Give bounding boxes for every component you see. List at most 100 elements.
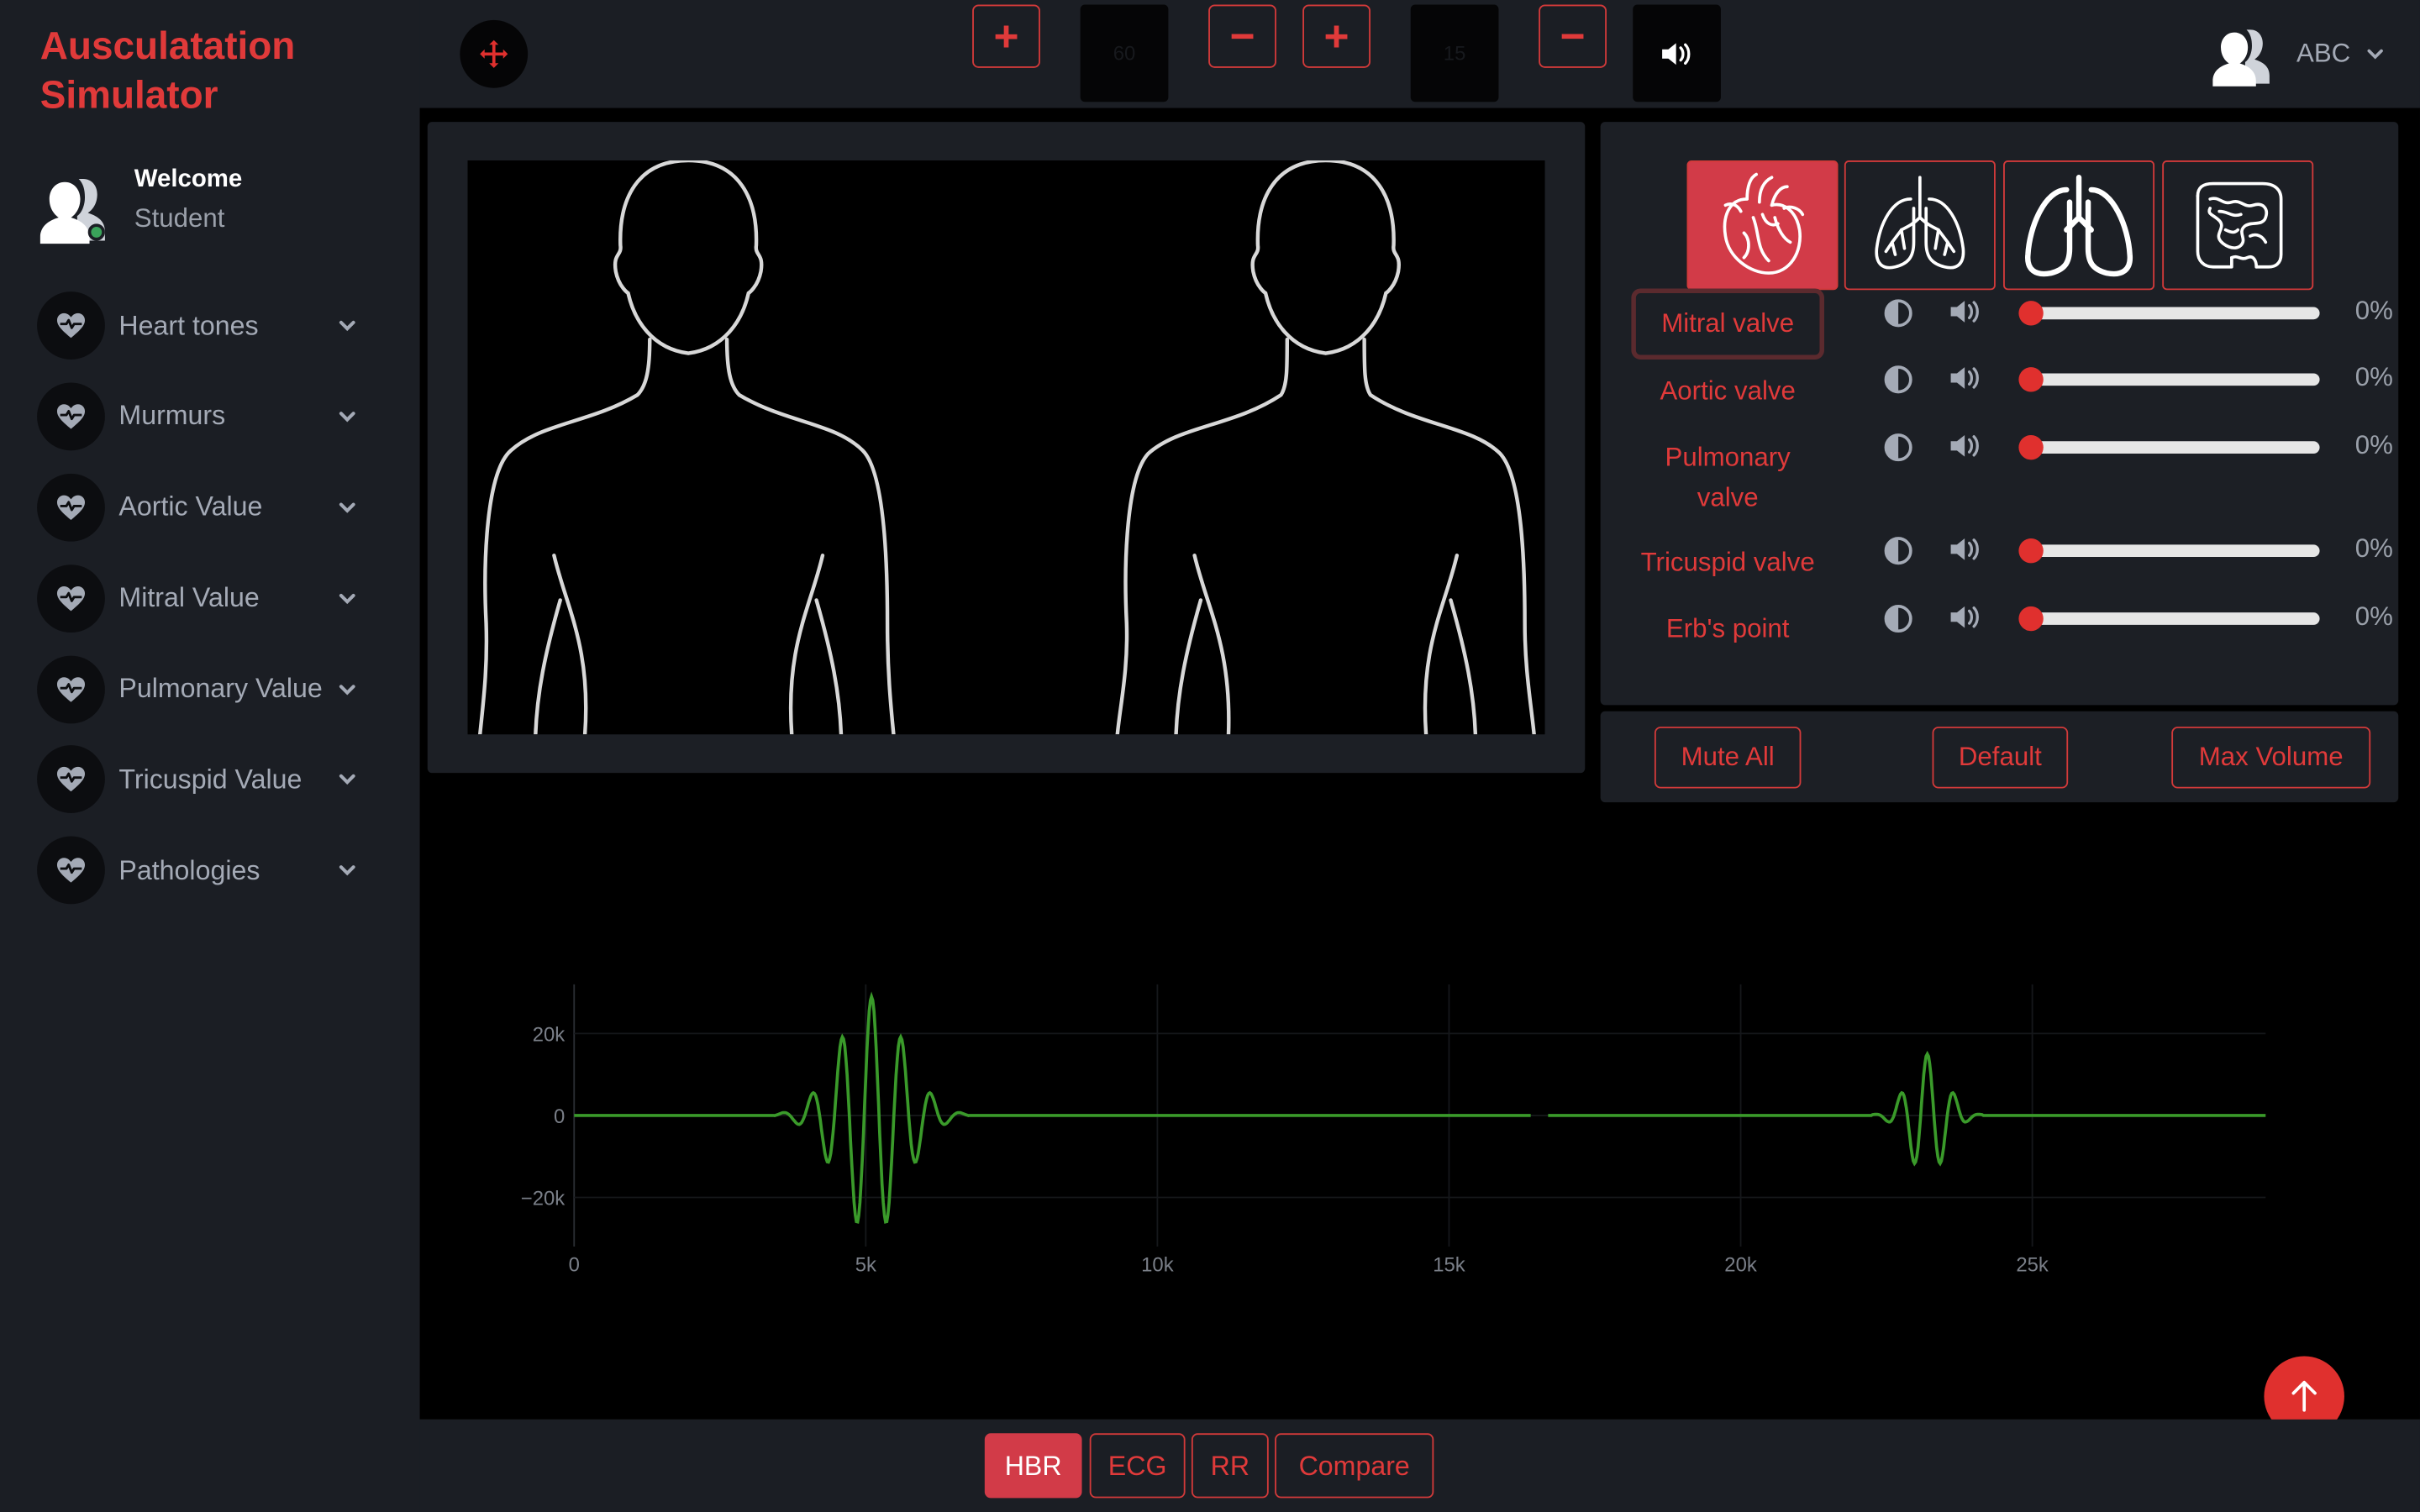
- valve-mute-toggle[interactable]: [1949, 603, 1983, 634]
- speaker-icon: [1950, 434, 1979, 457]
- tab-ecg[interactable]: ECG: [1089, 1433, 1186, 1499]
- valve-mute-toggle[interactable]: [1949, 297, 1983, 328]
- x-tick-label: 0: [569, 1253, 580, 1276]
- menu-icon-badge: [37, 654, 105, 723]
- sidebar-item-tricuspid-value[interactable]: Tricuspid Value: [37, 745, 376, 814]
- valve-contrast-toggle[interactable]: [1883, 364, 1914, 395]
- chevron-down-icon: [339, 502, 355, 513]
- valve-volume-slider[interactable]: [2018, 538, 2320, 564]
- avatar: [39, 170, 108, 244]
- y-tick-label: −20k: [521, 1188, 565, 1210]
- sidebar-item-label: Heart tones: [118, 309, 259, 340]
- default-button[interactable]: Default: [1932, 727, 2069, 789]
- valve-mute-toggle[interactable]: [1949, 535, 1983, 566]
- move-button[interactable]: [460, 19, 529, 88]
- chevron-down-icon: [339, 774, 355, 785]
- x-tick-label: 25k: [2016, 1253, 2049, 1276]
- valve-tricuspid-valve[interactable]: Tricuspid valve: [1631, 543, 1824, 584]
- max-volume-button[interactable]: Max Volume: [2171, 727, 2371, 789]
- valve-volume-value: 0%: [2354, 533, 2393, 564]
- contrast-icon: [1884, 537, 1912, 565]
- valve-mute-toggle[interactable]: [1949, 432, 1983, 463]
- slider-thumb[interactable]: [2018, 301, 2044, 326]
- rr-value: 15: [1410, 4, 1499, 102]
- body-map-canvas[interactable]: [467, 160, 1545, 735]
- online-status-dot: [87, 223, 105, 241]
- valve-volume-slider[interactable]: [2018, 606, 2320, 632]
- slider-thumb[interactable]: [2018, 367, 2044, 392]
- contrast-icon: [1884, 299, 1912, 328]
- valve-contrast-toggle[interactable]: [1883, 297, 1914, 328]
- sidebar-item-pulmonary-value[interactable]: Pulmonary Value: [37, 654, 376, 723]
- sidebar-item-murmurs[interactable]: Murmurs: [37, 382, 376, 451]
- tab-rr[interactable]: RR: [1191, 1433, 1269, 1499]
- valve-volume-slider[interactable]: [2018, 367, 2320, 392]
- contrast-icon: [1884, 433, 1912, 462]
- rr-increase-button[interactable]: +: [1302, 4, 1370, 68]
- valve-pulmonary-valve[interactable]: Pulmonary valve: [1631, 438, 1824, 519]
- plus-icon: +: [993, 11, 1019, 60]
- sidebar-item-label: Aortic Value: [118, 491, 263, 522]
- slider-thumb[interactable]: [2018, 434, 2044, 460]
- waveform-svg: 0 5k 10k 15k 20k 25k 20k 0 −20k: [521, 984, 2266, 1276]
- x-tick-label: 15k: [1433, 1253, 1465, 1276]
- bpm-decrease-button[interactable]: −: [1208, 4, 1276, 68]
- menu-icon-badge: [37, 291, 105, 360]
- organ-heart-button[interactable]: [1686, 160, 1839, 291]
- minus-icon: −: [1229, 11, 1255, 60]
- speaker-icon: [1950, 301, 1979, 323]
- heart-pulse-icon: [56, 404, 86, 429]
- x-tick-label: 20k: [1724, 1253, 1757, 1276]
- valve-volume-value: 0%: [2354, 296, 2393, 326]
- torso-back: [1115, 160, 1536, 735]
- menu-chevron: [336, 406, 358, 428]
- menu-icon-badge: [37, 382, 105, 451]
- heart-pulse-icon: [56, 312, 86, 339]
- heart-pulse-icon: [56, 495, 86, 520]
- rr-decrease-button[interactable]: −: [1539, 4, 1607, 68]
- menu-chevron: [336, 769, 358, 791]
- sidebar-item-aortic-value[interactable]: Aortic Value: [37, 473, 376, 542]
- speaker-icon: [1950, 367, 1979, 389]
- slider-thumb[interactable]: [2018, 606, 2044, 632]
- sidebar-item-mitral-value[interactable]: Mitral Value: [37, 564, 376, 633]
- plus-icon: +: [1323, 11, 1349, 60]
- sidebar-item-heart-tones[interactable]: Heart tones: [37, 291, 376, 360]
- valve-volume-slider[interactable]: [2018, 301, 2320, 326]
- waveform-chart: 0 5k 10k 15k 20k 25k 20k 0 −20k: [463, 957, 2315, 1311]
- valve-aortic-valve[interactable]: Aortic valve: [1631, 372, 1824, 412]
- valve-contrast-toggle[interactable]: [1883, 603, 1914, 634]
- organ-lungs-button[interactable]: [2003, 160, 2155, 291]
- organ-intestines-button[interactable]: [2162, 160, 2314, 291]
- speaker-icon: [1950, 606, 1979, 628]
- menu-chevron: [336, 678, 358, 700]
- valve-mute-toggle[interactable]: [1949, 364, 1983, 395]
- slider-thumb[interactable]: [2018, 538, 2044, 564]
- chevron-down-icon: [339, 593, 355, 604]
- sidebar-item-label: Pathologies: [118, 854, 260, 885]
- signal-line-segment: [1548, 1050, 2266, 1167]
- organ-bronchi-button[interactable]: [1844, 160, 1996, 291]
- tab-compare[interactable]: Compare: [1275, 1433, 1434, 1499]
- sidebar-item-label: Tricuspid Value: [118, 764, 302, 795]
- user-role: Student: [134, 203, 225, 234]
- valve-contrast-toggle[interactable]: [1883, 432, 1914, 463]
- valve-volume-slider[interactable]: [2018, 434, 2320, 460]
- volume-button[interactable]: [1633, 4, 1721, 102]
- bpm-increase-button[interactable]: +: [972, 4, 1040, 68]
- heart-pulse-icon: [56, 585, 86, 611]
- lungs-icon: [2025, 175, 2133, 277]
- sidebar-item-pathologies[interactable]: Pathologies: [37, 837, 376, 905]
- valve-mitral-valve[interactable]: Mitral valve: [1631, 288, 1824, 360]
- bpm-value: 60: [1080, 4, 1169, 102]
- valve-volume-value: 0%: [2354, 362, 2393, 392]
- profile-menu[interactable]: ABC: [2210, 22, 2384, 87]
- heart-icon: [1723, 172, 1805, 275]
- torso-front: [478, 160, 896, 735]
- valve-erb-s-point[interactable]: Erb's point: [1631, 609, 1824, 649]
- tab-hbr[interactable]: HBR: [984, 1433, 1082, 1499]
- valve-contrast-toggle[interactable]: [1883, 535, 1914, 566]
- contrast-icon: [1884, 604, 1912, 633]
- mute-all-button[interactable]: Mute All: [1654, 727, 1802, 789]
- chevron-down-icon: [339, 412, 355, 423]
